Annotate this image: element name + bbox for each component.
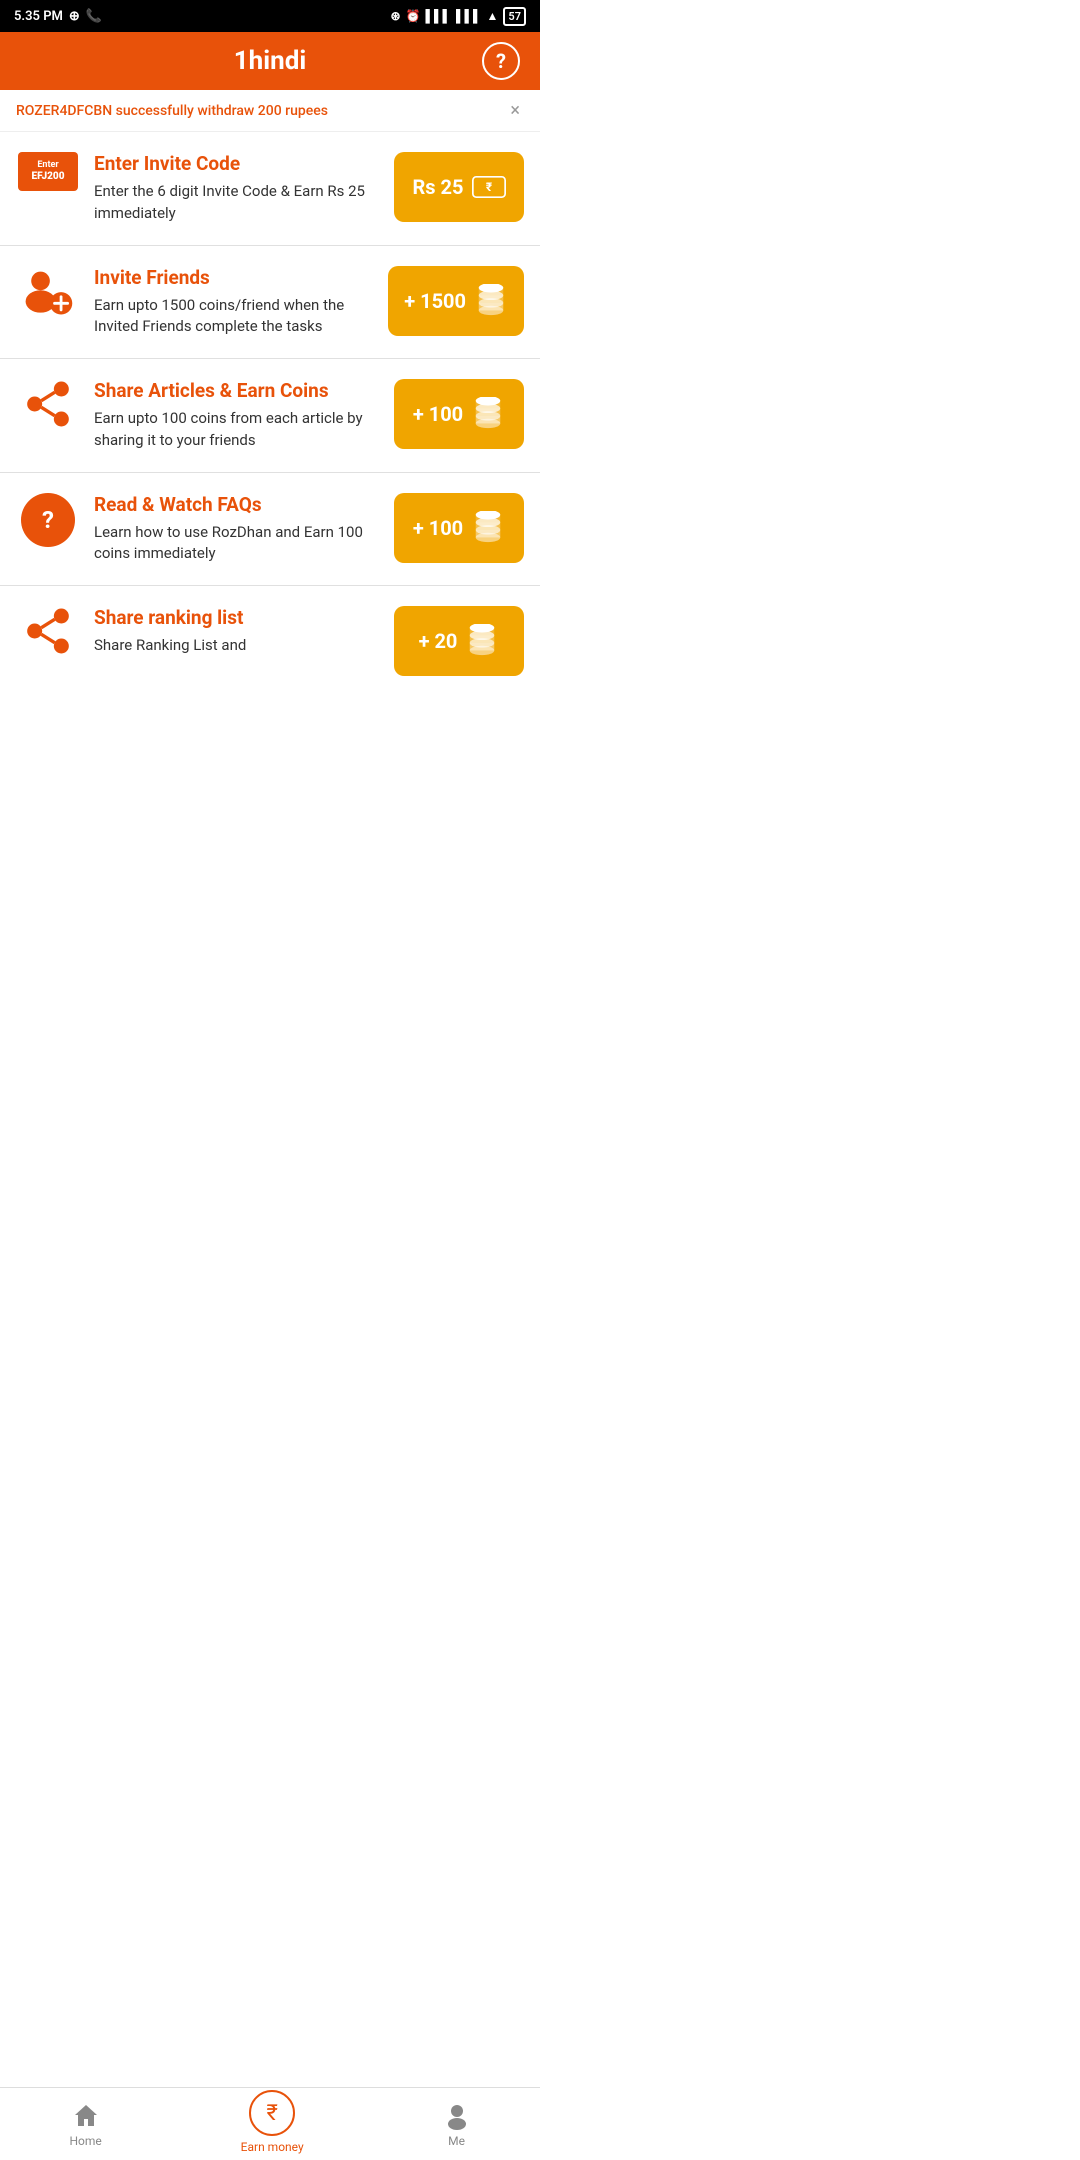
banner-text: ROZER4DFCBN successfully withdraw 200 ru… [16, 103, 328, 119]
share-articles-svg [23, 379, 73, 429]
faq-desc: Learn how to use RozDhan and Earn 100 co… [94, 522, 380, 566]
status-bar: 5.35 PM ⊕ 📞 ⊛ ⏰ ▌▌▌ ▌▌▌ ▲ 57 [0, 0, 540, 32]
faq-card[interactable]: ? Read & Watch FAQs Learn how to use Roz… [0, 473, 540, 587]
nav-home-label-2: Home [69, 2134, 101, 2148]
rupee-symbol-2: ₹ [266, 2101, 277, 2126]
coin-stack-svg-2 [471, 397, 505, 431]
nav-me-label-2: Me [448, 2134, 465, 2148]
coin-stack-svg-4 [465, 624, 499, 658]
coin-stack-svg-3 [471, 511, 505, 545]
person-plus-svg [20, 266, 76, 322]
invite-code-icon: Enter EFJ200 [16, 152, 80, 191]
status-right: ⊛ ⏰ ▌▌▌ ▌▌▌ ▲ 57 [390, 7, 526, 26]
share-ranking-content: Share ranking list Share Ranking List an… [94, 606, 380, 657]
faq-title: Read & Watch FAQs [94, 493, 380, 516]
battery-icon: 57 [503, 7, 526, 26]
invite-code-desc: Enter the 6 digit Invite Code & Earn Rs … [94, 181, 380, 225]
faq-reward-label: + 100 [413, 516, 463, 540]
svg-text:₹: ₹ [485, 180, 492, 194]
invite-code-card[interactable]: Enter EFJ200 Enter Invite Code Enter the… [0, 132, 540, 246]
invite-friends-card[interactable]: Invite Friends Earn upto 1500 coins/frie… [0, 246, 540, 360]
app-icon-v: ⊕ [69, 9, 80, 24]
nav-earn-label-2: Earn money [241, 2140, 304, 2154]
coin-stack-svg-1 [474, 284, 508, 318]
share-articles-card[interactable]: Share Articles & Earn Coins Earn upto 10… [0, 359, 540, 473]
nav-earn-money-2[interactable]: ₹ Earn money [241, 2096, 304, 2154]
invite-friends-content: Invite Friends Earn upto 1500 coins/frie… [94, 266, 374, 339]
invite-friends-icon [16, 266, 80, 322]
faq-circle-icon: ? [21, 493, 75, 547]
phone-icon: 📞 [86, 9, 102, 24]
invite-friends-reward-label: + 1500 [404, 289, 466, 313]
bluetooth-icon: ⊛ [390, 9, 400, 23]
banner-close-button[interactable]: × [506, 100, 524, 121]
status-time: 5.35 PM [14, 9, 63, 24]
app-header: 1hindi ? [0, 32, 540, 90]
bottom-nav-container: Home ₹ Earn money Me [0, 2087, 540, 2160]
share-ranking-reward-button[interactable]: + 20 [394, 606, 524, 676]
alarm-icon: ⏰ [406, 9, 421, 23]
nav-me-2[interactable]: Me [443, 2102, 471, 2148]
invite-code-reward-button[interactable]: Rs 25 ₹ [394, 152, 524, 222]
share-articles-icon [16, 379, 80, 429]
share-ranking-icon [16, 606, 80, 656]
share-ranking-reward-label: + 20 [419, 629, 458, 653]
app-title: 1hindi [234, 46, 306, 76]
invite-code-reward-label: Rs 25 [412, 175, 463, 199]
share-articles-desc: Earn upto 100 coins from each article by… [94, 408, 380, 452]
faq-icon: ? [16, 493, 80, 547]
earn-cards-list: Enter EFJ200 Enter Invite Code Enter the… [0, 132, 540, 816]
share-ranking-card[interactable]: Share ranking list Share Ranking List an… [0, 586, 540, 696]
rupee-card-svg: ₹ [472, 175, 506, 199]
invite-friends-reward-button[interactable]: + 1500 [388, 266, 524, 336]
faq-content: Read & Watch FAQs Learn how to use RozDh… [94, 493, 380, 566]
share-articles-reward-label: + 100 [413, 402, 463, 426]
invite-code-content: Enter Invite Code Enter the 6 digit Invi… [94, 152, 380, 225]
invite-code-title: Enter Invite Code [94, 152, 380, 175]
nav-home-2[interactable]: Home [69, 2102, 101, 2148]
invite-friends-title: Invite Friends [94, 266, 374, 289]
faq-reward-button[interactable]: + 100 [394, 493, 524, 563]
earn-money-circle-icon-2: ₹ [249, 2090, 295, 2136]
share-articles-reward-button[interactable]: + 100 [394, 379, 524, 449]
wifi-icon: ▲ [487, 9, 499, 23]
help-button[interactable]: ? [482, 42, 520, 80]
signal-icon-1: ▌▌▌ [426, 9, 452, 23]
share-articles-content: Share Articles & Earn Coins Earn upto 10… [94, 379, 380, 452]
share-ranking-desc: Share Ranking List and [94, 635, 380, 657]
share-articles-title: Share Articles & Earn Coins [94, 379, 380, 402]
withdrawal-banner: ROZER4DFCBN successfully withdraw 200 ru… [0, 90, 540, 132]
share-ranking-title: Share ranking list [94, 606, 380, 629]
share-ranking-svg [23, 606, 73, 656]
me-icon-2 [443, 2102, 471, 2130]
invite-friends-desc: Earn upto 1500 coins/friend when the Inv… [94, 295, 374, 339]
home-icon-2 [72, 2102, 100, 2130]
signal-icon-2: ▌▌▌ [456, 9, 482, 23]
status-left: 5.35 PM ⊕ 📞 [14, 9, 102, 24]
